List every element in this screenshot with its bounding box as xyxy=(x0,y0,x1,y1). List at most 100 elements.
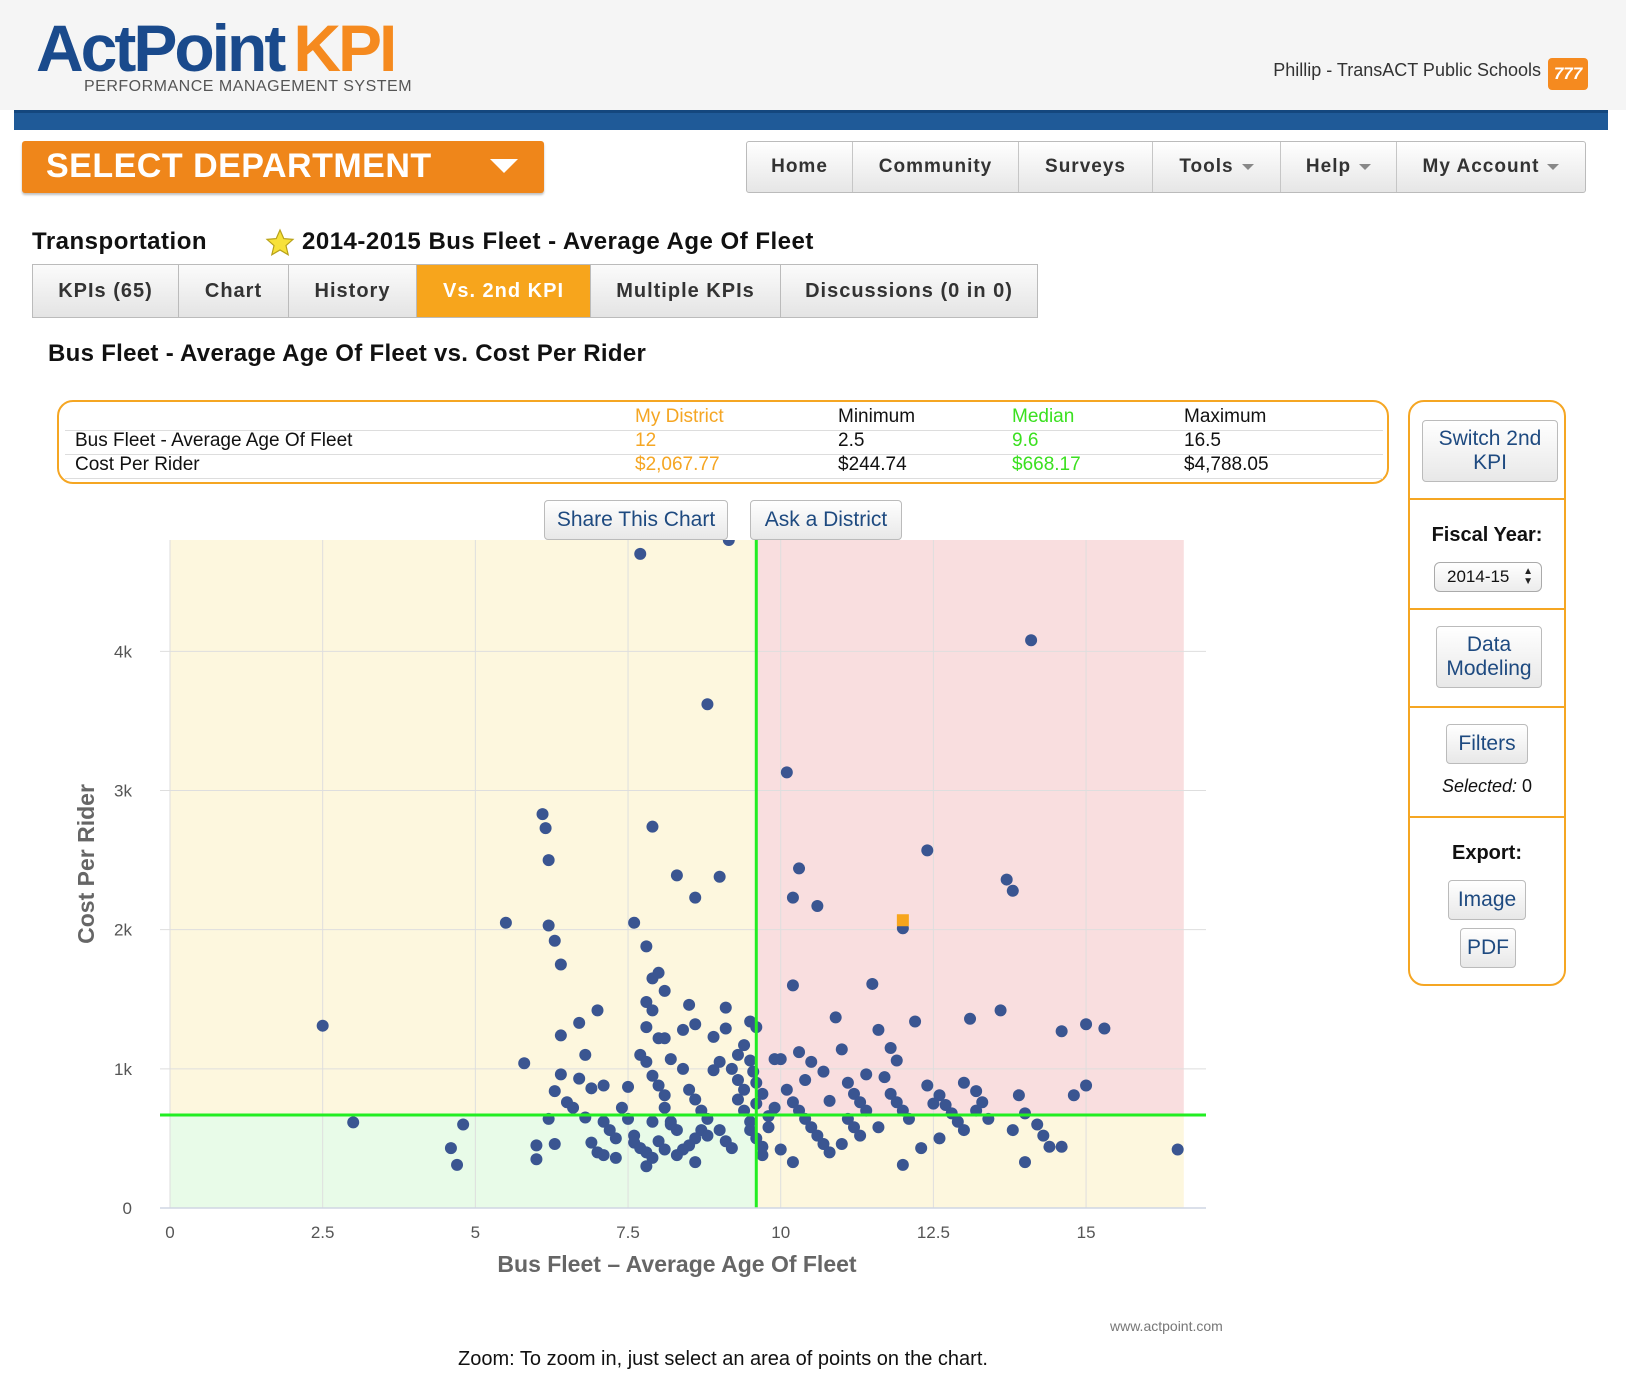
data-point[interactable] xyxy=(1006,884,1019,897)
data-point[interactable] xyxy=(1055,1140,1068,1153)
tab-discussions[interactable]: Discussions (0 in 0) xyxy=(781,265,1037,317)
data-point[interactable] xyxy=(689,891,702,904)
data-point[interactable] xyxy=(646,820,659,833)
data-point[interactable] xyxy=(774,1143,787,1156)
data-point[interactable] xyxy=(518,1057,531,1070)
nav-help[interactable]: Help xyxy=(1281,142,1397,192)
export-pdf-button[interactable]: PDF xyxy=(1460,928,1516,968)
data-point[interactable] xyxy=(539,822,552,835)
data-point[interactable] xyxy=(316,1019,329,1032)
nav-surveys[interactable]: Surveys xyxy=(1019,142,1153,192)
data-point[interactable] xyxy=(554,958,567,971)
data-point[interactable] xyxy=(1067,1089,1080,1102)
notification-badge[interactable]: 777 xyxy=(1548,58,1588,90)
data-point[interactable] xyxy=(1055,1025,1068,1038)
data-point[interactable] xyxy=(927,1097,940,1110)
data-point[interactable] xyxy=(548,1085,561,1098)
data-point[interactable] xyxy=(1000,873,1013,886)
data-point[interactable] xyxy=(579,1048,592,1061)
data-point[interactable] xyxy=(793,862,806,875)
data-point[interactable] xyxy=(731,1093,744,1106)
data-point[interactable] xyxy=(866,977,879,990)
data-point[interactable] xyxy=(664,1118,677,1131)
data-point[interactable] xyxy=(567,1101,580,1114)
nav-community[interactable]: Community xyxy=(853,142,1019,192)
tab-multiple-kpis[interactable]: Multiple KPIs xyxy=(591,265,781,317)
data-point[interactable] xyxy=(622,1080,635,1093)
data-point[interactable] xyxy=(585,1082,598,1095)
data-point[interactable] xyxy=(597,1115,610,1128)
data-point[interactable] xyxy=(615,1101,628,1114)
data-point[interactable] xyxy=(872,1121,885,1134)
share-chart-button[interactable]: Share This Chart xyxy=(544,500,728,540)
fiscal-year-select[interactable]: 2014-15 ▲ ▼ xyxy=(1434,562,1542,592)
data-point[interactable] xyxy=(652,966,665,979)
data-point[interactable] xyxy=(1080,1079,1093,1092)
data-point[interactable] xyxy=(1171,1143,1184,1156)
data-point[interactable] xyxy=(677,1023,689,1036)
data-point[interactable] xyxy=(872,1023,885,1036)
switch-2nd-kpi-button[interactable]: Switch 2nd KPI xyxy=(1422,420,1558,482)
data-point[interactable] xyxy=(738,1039,751,1052)
nav-tools[interactable]: Tools xyxy=(1153,142,1281,192)
data-point[interactable] xyxy=(725,1142,738,1155)
data-point[interactable] xyxy=(451,1158,464,1171)
data-point[interactable] xyxy=(1012,1089,1025,1102)
data-point[interactable] xyxy=(768,1053,781,1066)
data-point[interactable] xyxy=(1025,634,1038,647)
data-point[interactable] xyxy=(1080,1018,1093,1031)
data-point[interactable] xyxy=(744,1054,757,1067)
data-point[interactable] xyxy=(921,1079,934,1092)
data-point[interactable] xyxy=(658,984,671,997)
data-point[interactable] xyxy=(793,1046,806,1059)
data-point[interactable] xyxy=(597,1079,610,1092)
data-point[interactable] xyxy=(878,1071,891,1084)
scatter-chart[interactable]: 0 2.5 5 7.5 10 12.5 15 0 1k 2k 3k 4k Bus Fleet – Ave… xyxy=(60,540,1250,1320)
data-point[interactable] xyxy=(823,1094,836,1107)
data-point[interactable] xyxy=(823,1146,836,1159)
nav-home[interactable]: Home xyxy=(747,142,853,192)
data-modeling-button[interactable]: Data Modeling xyxy=(1436,626,1542,688)
data-point[interactable] xyxy=(457,1118,470,1131)
data-point[interactable] xyxy=(689,1018,702,1031)
star-icon[interactable] xyxy=(265,228,295,258)
data-point[interactable] xyxy=(835,1137,848,1150)
data-point[interactable] xyxy=(444,1142,457,1155)
tab-chart[interactable]: Chart xyxy=(179,265,289,317)
data-point[interactable] xyxy=(957,1124,970,1137)
data-point[interactable] xyxy=(915,1142,928,1155)
data-point[interactable] xyxy=(994,1004,1007,1017)
data-point[interactable] xyxy=(347,1116,360,1129)
data-point[interactable] xyxy=(579,1111,592,1124)
data-point[interactable] xyxy=(1019,1156,1031,1169)
data-point[interactable] xyxy=(701,1129,714,1142)
data-point[interactable] xyxy=(1043,1140,1056,1153)
data-point[interactable] xyxy=(542,919,555,932)
tab-vs-2nd-kpi[interactable]: Vs. 2nd KPI xyxy=(417,265,591,317)
data-point[interactable] xyxy=(780,1083,793,1096)
data-point[interactable] xyxy=(1037,1129,1050,1142)
data-point[interactable] xyxy=(573,1072,586,1085)
data-point[interactable] xyxy=(499,916,512,929)
data-point[interactable] xyxy=(896,1158,909,1171)
data-point[interactable] xyxy=(1006,1124,1019,1137)
data-point[interactable] xyxy=(786,891,799,904)
data-point[interactable] xyxy=(713,870,726,883)
data-point[interactable] xyxy=(554,1068,567,1081)
data-point[interactable] xyxy=(1098,1022,1111,1035)
data-point[interactable] xyxy=(542,854,555,867)
data-point[interactable] xyxy=(640,940,653,953)
data-point[interactable] xyxy=(909,1015,922,1028)
data-point[interactable] xyxy=(799,1073,812,1086)
data-point[interactable] xyxy=(658,1143,671,1156)
data-point[interactable] xyxy=(689,1156,702,1169)
data-point[interactable] xyxy=(1031,1118,1044,1131)
export-image-button[interactable]: Image xyxy=(1448,880,1526,920)
data-point[interactable] xyxy=(609,1151,622,1164)
data-point[interactable] xyxy=(1019,1107,1031,1120)
data-point[interactable] xyxy=(664,1053,677,1066)
data-point[interactable] xyxy=(573,1016,586,1029)
my-district-point[interactable] xyxy=(896,914,909,927)
data-point[interactable] xyxy=(725,1062,738,1075)
ask-district-button[interactable]: Ask a District xyxy=(750,500,902,540)
